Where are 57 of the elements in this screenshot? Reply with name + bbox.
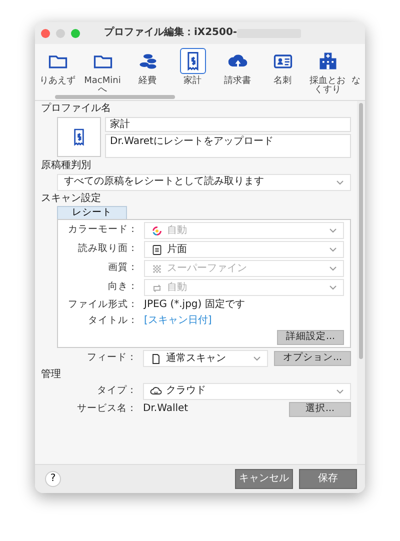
service-name: Dr.Wallet — [143, 403, 190, 415]
section-heading: 原稿種判別 — [41, 160, 92, 172]
chevron-icon — [329, 247, 337, 252]
file-format-value: JPEG (*.jpg) 固定です — [144, 299, 245, 311]
chevron-icon — [329, 266, 337, 271]
window-title: プロファイル編集：iX2500- — [104, 27, 238, 39]
details-button[interactable]: 詳細設定... — [276, 330, 344, 345]
toolbar-item[interactable]: な — [350, 44, 362, 97]
toolbar-item[interactable]: 採血とおくすり — [305, 44, 350, 97]
description-field[interactable]: Dr.Waretにレシートをアップロード — [105, 134, 351, 158]
toolbar-item[interactable]: 家計 — [170, 44, 215, 97]
chevron-icon — [336, 388, 344, 394]
field-label: タイトル： — [87, 316, 138, 326]
section-heading: 管理 — [41, 369, 62, 380]
feed-dropdown[interactable]: 通常スキャン — [143, 350, 268, 367]
footer-button[interactable]: 保存 — [299, 469, 357, 489]
document-type-dropdown[interactable]: すべての原稿をレシートとして読み取ります — [57, 174, 351, 190]
field-label: カラーモード： — [67, 225, 138, 236]
mode-icon — [150, 352, 162, 364]
chevron-icon — [329, 228, 337, 233]
field-label: ファイル形式： — [67, 300, 138, 310]
profile-icon-well[interactable] — [57, 116, 101, 156]
mode-icon — [151, 224, 163, 236]
minimize-button[interactable] — [56, 28, 65, 38]
toolbar-item[interactable]: 請求書 — [215, 44, 260, 97]
mode-icon — [150, 385, 162, 397]
help-button[interactable]: ? — [45, 471, 61, 487]
options-button[interactable]: オプション... — [274, 351, 351, 366]
mode-icon — [151, 244, 163, 256]
footer-button[interactable]: キャンセル — [235, 469, 293, 489]
zoom-button[interactable] — [71, 28, 80, 38]
section-heading: スキャン設定 — [41, 192, 102, 204]
receipt-tab[interactable]: レシート — [57, 206, 127, 220]
toolbar-item[interactable]: MacMiniへ — [80, 44, 125, 97]
scrollbar-thumb[interactable] — [359, 103, 363, 359]
mode-icon — [151, 282, 163, 294]
toolbar-item[interactable]: りあえず — [35, 44, 80, 97]
chevron-icon — [336, 180, 344, 184]
setting-dropdown[interactable]: 片面 — [144, 241, 344, 258]
close-button[interactable] — [41, 28, 50, 38]
title-token[interactable]: [スキャン日付] — [144, 315, 212, 327]
field-label: タイプ： — [96, 386, 137, 396]
field-label: フィード： — [86, 353, 137, 364]
section-heading: プロファイル名 — [41, 103, 112, 114]
field-label: 向き： — [107, 282, 138, 293]
type-dropdown[interactable]: クラウド — [143, 382, 351, 400]
chevron-icon — [252, 356, 261, 361]
chevron-icon — [329, 285, 337, 290]
field-label: サービス名： — [76, 404, 137, 414]
toolbar-item[interactable]: 経費 — [125, 44, 170, 97]
toolbar-item[interactable]: 名刺 — [260, 44, 305, 97]
mode-icon — [151, 262, 163, 274]
scrollbar-thumb[interactable] — [55, 95, 175, 99]
field-label: 読み取り面： — [77, 244, 138, 255]
select-button[interactable]: 選択... — [289, 402, 351, 416]
name-field[interactable]: 家計 — [105, 116, 351, 132]
field-label: 画質： — [107, 263, 138, 274]
